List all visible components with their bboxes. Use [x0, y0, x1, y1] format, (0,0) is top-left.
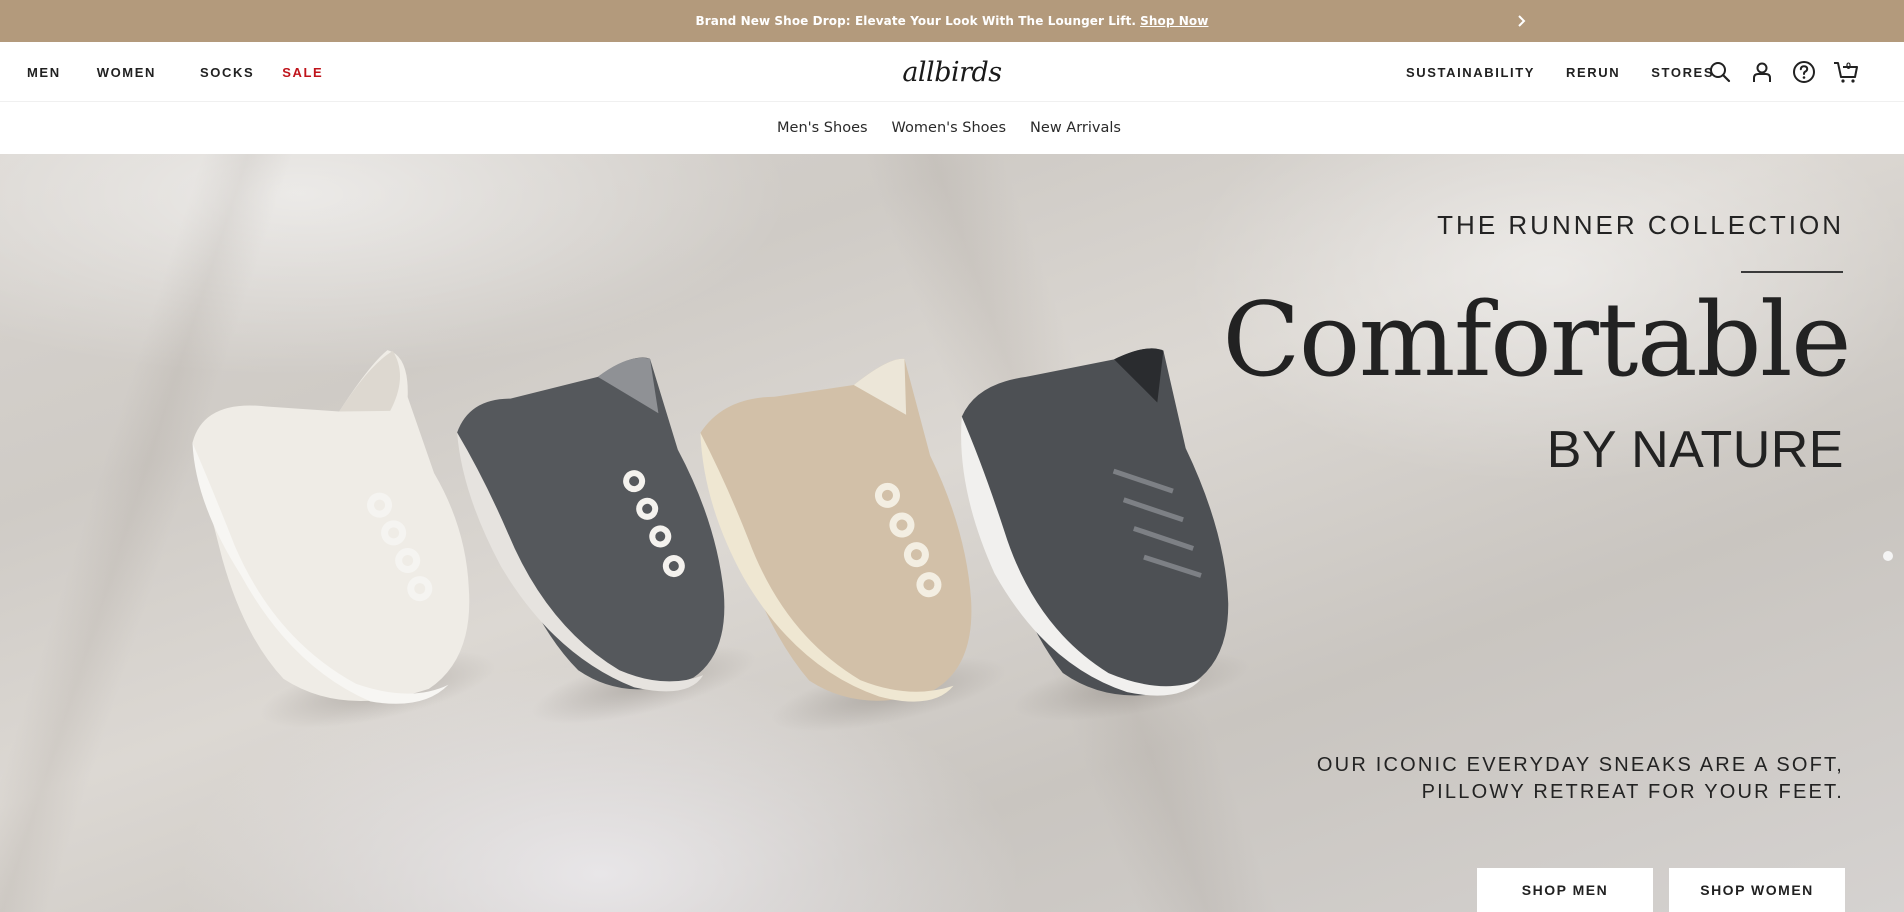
hero-banner: THE RUNNER COLLECTION Comfortable BY NAT…	[0, 154, 1904, 912]
nav-link-sustainability[interactable]: SUSTAINABILITY	[1406, 65, 1535, 80]
shop-women-button[interactable]: SHOP WOMEN	[1669, 868, 1845, 912]
hero-tagline: OUR ICONIC EVERYDAY SNEAKS ARE A SOFT, P…	[1224, 752, 1844, 806]
nav-left-links: MEN WOMEN SOCKS SALE	[27, 42, 359, 102]
hero-subhead: BY NATURE	[1546, 421, 1844, 479]
hero-divider	[1741, 271, 1843, 273]
cart-icon[interactable]: 0	[1833, 59, 1859, 85]
announcement-text: Brand New Shoe Drop: Elevate Your Look W…	[695, 14, 1137, 28]
nav-link-women[interactable]: WOMEN	[97, 65, 156, 80]
shop-men-button[interactable]: SHOP MEN	[1477, 868, 1653, 912]
nav-link-sale[interactable]: SALE	[282, 65, 323, 80]
shoe-white	[192, 350, 496, 729]
announcement-message: Brand New Shoe Drop: Elevate Your Look W…	[696, 14, 1209, 28]
subnav-new-arrivals[interactable]: New Arrivals	[1030, 120, 1121, 136]
nav-right-links: SUSTAINABILITY RERUN STORES	[1375, 42, 1714, 102]
search-icon[interactable]	[1707, 59, 1733, 85]
hero-tagline-line2: PILLOWY RETREAT FOR YOUR FEET.	[1421, 781, 1844, 803]
subnav-womens-shoes[interactable]: Women's Shoes	[892, 120, 1007, 136]
account-icon[interactable]	[1749, 59, 1775, 85]
subnav-mens-shoes[interactable]: Men's Shoes	[777, 120, 868, 136]
allbirds-logo[interactable]: allbirds	[902, 53, 1002, 91]
announcement-shop-now-link[interactable]: Shop Now	[1140, 14, 1208, 28]
shoe-tan	[700, 358, 1007, 732]
hero-tagline-line1: OUR ICONIC EVERYDAY SNEAKS ARE A SOFT,	[1316, 754, 1844, 776]
carousel-dot[interactable]	[1883, 551, 1893, 561]
nav-icons: 0	[1707, 42, 1875, 102]
hero-eyebrow: THE RUNNER COLLECTION	[1437, 210, 1844, 240]
nav-link-men[interactable]: MEN	[27, 65, 61, 80]
nav-link-socks[interactable]: SOCKS	[200, 65, 254, 80]
help-icon[interactable]	[1791, 59, 1817, 85]
cart-count: 0	[1846, 61, 1852, 71]
main-nav: MEN WOMEN SOCKS SALE allbirds SUSTAINABI…	[0, 42, 1904, 102]
hero-headline: Comfortable	[1222, 281, 1851, 400]
chevron-right-icon[interactable]	[1512, 11, 1532, 31]
shoe-charcoal	[457, 357, 756, 724]
nav-link-stores[interactable]: STORES	[1651, 65, 1714, 80]
sub-nav: Men's Shoes Women's Shoes New Arrivals	[0, 102, 1904, 154]
nav-link-rerun[interactable]: RERUN	[1566, 65, 1620, 80]
announcement-bar: Brand New Shoe Drop: Elevate Your Look W…	[0, 0, 1904, 42]
